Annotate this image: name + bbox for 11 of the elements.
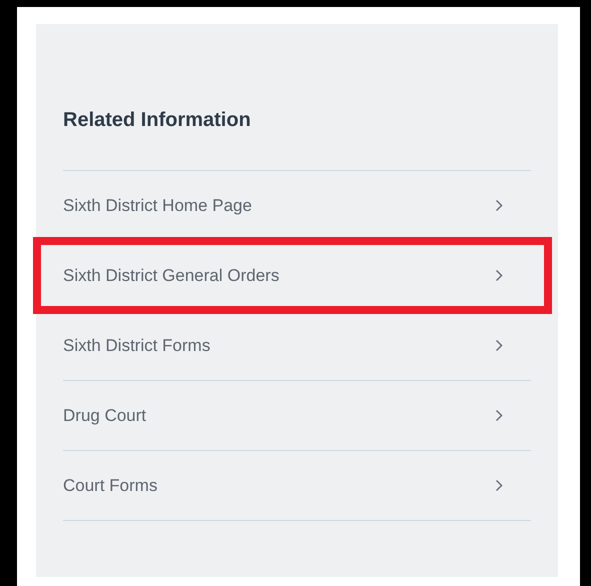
chevron-right-icon bbox=[495, 269, 503, 282]
related-link[interactable]: Sixth District Home Page bbox=[63, 171, 531, 240]
chevron-right-icon bbox=[495, 339, 503, 352]
chevron-right-icon bbox=[495, 479, 503, 492]
related-link[interactable]: Drug Court bbox=[63, 381, 531, 450]
panel-title: Related Information bbox=[63, 108, 252, 133]
chevron-right-icon bbox=[495, 409, 503, 422]
related-link[interactable]: Sixth District Forms bbox=[63, 311, 531, 380]
chevron-right-icon bbox=[495, 199, 503, 212]
related-link[interactable]: Court Forms bbox=[63, 451, 531, 520]
related-link[interactable]: Sixth District General Orders bbox=[63, 241, 531, 310]
